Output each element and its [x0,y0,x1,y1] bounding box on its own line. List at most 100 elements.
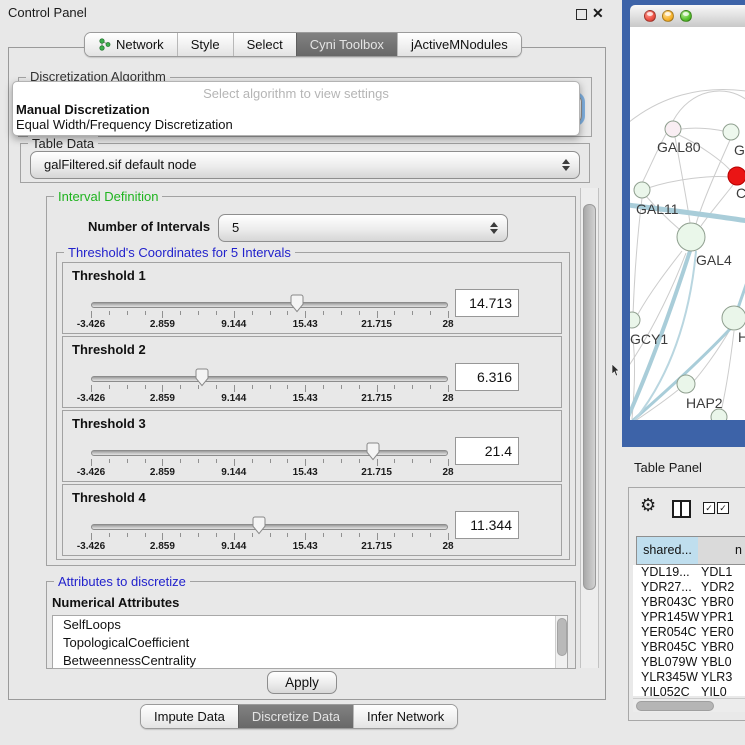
table-row[interactable]: YBL079WYBL0 [633,655,745,670]
popup-option-manual[interactable]: Manual Discretization [16,102,150,117]
close-icon[interactable]: ✕ [592,5,604,21]
num-intervals-label: Number of Intervals [88,214,210,240]
network-edge[interactable] [648,176,729,188]
popup-option-equal-width[interactable]: Equal Width/Frequency Discretization [16,117,233,132]
slider-thumb[interactable] [195,368,209,387]
slider-scale-label: 9.144 [221,541,246,552]
slider-tick [270,533,271,537]
checkbox-icon[interactable]: ✓ [717,502,729,514]
slider-tick [305,459,306,466]
network-edge[interactable] [673,91,745,121]
slider-tick [91,311,92,318]
num-intervals-combobox[interactable]: 5 [218,214,508,242]
control-panel-title: Control Panel [8,0,87,26]
network-node[interactable] [711,409,727,420]
network-node[interactable] [634,182,650,198]
column-header-shared-name[interactable]: shared... [636,536,699,565]
tab-discretize-data[interactable]: Discretize Data [238,705,353,728]
panel-scrollbar-thumb[interactable] [583,204,596,590]
slider-tick [430,459,431,463]
minimize-traffic-light[interactable] [662,10,674,22]
algorithm-popup: Select algorithm to view settings Manual… [12,81,580,136]
network-icon [98,38,111,51]
threshold-value-field[interactable]: 11.344 [455,511,519,539]
slider-tick [323,459,324,463]
network-node[interactable] [723,124,739,140]
tab-jactivemnodules[interactable]: jActiveMNodules [397,33,521,56]
slider-thumb[interactable] [290,294,304,313]
gear-icon[interactable]: ⚙ [640,496,656,516]
tab-infer-network[interactable]: Infer Network [353,705,457,728]
list-scrollbar-thumb[interactable] [557,618,567,656]
table-hscrollbar-thumb[interactable] [636,701,714,711]
slider-scale-label: 21.715 [361,393,392,404]
checkbox-icon[interactable]: ✓ [703,502,715,514]
network-edge[interactable] [696,140,730,224]
network-node[interactable] [630,312,640,328]
tab-style[interactable]: Style [177,33,233,56]
network-window-titlebar[interactable] [630,5,745,28]
network-node[interactable] [728,167,745,185]
threshold-value-field[interactable]: 21.4 [455,437,519,465]
close-traffic-light[interactable] [644,10,656,22]
network-node[interactable] [722,306,745,330]
slider-tick [305,385,306,392]
slider-thumb[interactable] [366,442,380,461]
slider-track[interactable] [91,376,448,382]
network-view-canvas[interactable]: GAL80GACGAL11GAL4GCY1HHAP2 [630,27,745,420]
numerical-attributes-list[interactable]: SelfLoopsTopologicalCoefficientBetweenne… [52,615,568,669]
threshold-value-field[interactable]: 6.316 [455,363,519,391]
table-data-combobox[interactable]: galFiltered.sif default node [30,151,580,179]
threshold-slider[interactable]: -3.4262.8599.14415.4321.71528 [91,371,448,405]
attribute-item[interactable]: SelfLoops [53,616,567,634]
attribute-item[interactable]: TopologicalCoefficient [53,634,567,652]
network-edge[interactable] [681,128,723,131]
slider-scale-label: 28 [442,319,453,330]
table-row[interactable]: YBR043CYBR0 [633,595,745,610]
threshold-value-field[interactable]: 14.713 [455,289,519,317]
table-row[interactable]: YDL19...YDL1 [633,565,745,580]
tab-network[interactable]: Network [85,33,177,56]
table-row[interactable]: YPR145WYPR1 [633,610,745,625]
list-scrollbar[interactable] [555,616,567,668]
threshold-slider[interactable]: -3.4262.8599.14415.4321.71528 [91,297,448,331]
zoom-traffic-light[interactable] [680,10,692,22]
tab-cyni-toolbox[interactable]: Cyni Toolbox [296,33,397,56]
network-node[interactable] [677,375,695,393]
slider-scale-label: -3.426 [77,319,105,330]
attribute-item[interactable]: BetweennessCentrality [53,652,567,669]
network-node-label: GAL11 [636,201,679,217]
slider-tick [377,533,378,540]
apply-button[interactable]: Apply [267,671,337,694]
slider-track[interactable] [91,450,448,456]
slider-thumb[interactable] [252,516,266,535]
network-node[interactable] [677,223,705,251]
table-row[interactable]: YER054CYER0 [633,625,745,640]
columns-icon[interactable] [672,500,691,518]
slider-track[interactable] [91,524,448,530]
table-row[interactable]: YIL052CYIL0 [633,685,745,696]
network-node[interactable] [665,121,681,137]
threshold-slider[interactable]: -3.4262.8599.14415.4321.71528 [91,519,448,553]
tab-impute-data[interactable]: Impute Data [141,705,238,728]
table-row[interactable]: YBR045CYBR0 [633,640,745,655]
column-header-name[interactable]: n [698,536,745,565]
slider-tick [394,459,395,463]
slider-scale-label: 21.715 [361,319,392,330]
network-edge[interactable] [630,89,745,123]
mouse-cursor [611,364,620,377]
network-window[interactable]: GAL80GACGAL11GAL4GCY1HHAP2 [622,0,745,447]
slider-track[interactable] [91,302,448,308]
tab-select[interactable]: Select [233,33,296,56]
node-table-rows[interactable]: YDL19...YDL1YDR27...YDR2YBR043CYBR0YPR14… [633,565,745,696]
table-row[interactable]: YDR27...YDR2 [633,580,745,595]
table-row[interactable]: YLR345WYLR3 [633,670,745,685]
threshold-slider[interactable]: -3.4262.8599.14415.4321.71528 [91,445,448,479]
network-edge[interactable] [638,251,682,314]
slider-tick [198,533,199,537]
slider-tick [162,311,163,318]
network-edge[interactable] [630,253,686,367]
table-hscrollbar[interactable] [633,698,745,712]
float-window-icon[interactable] [576,9,587,20]
slider-scale-label: 15.43 [293,467,318,478]
